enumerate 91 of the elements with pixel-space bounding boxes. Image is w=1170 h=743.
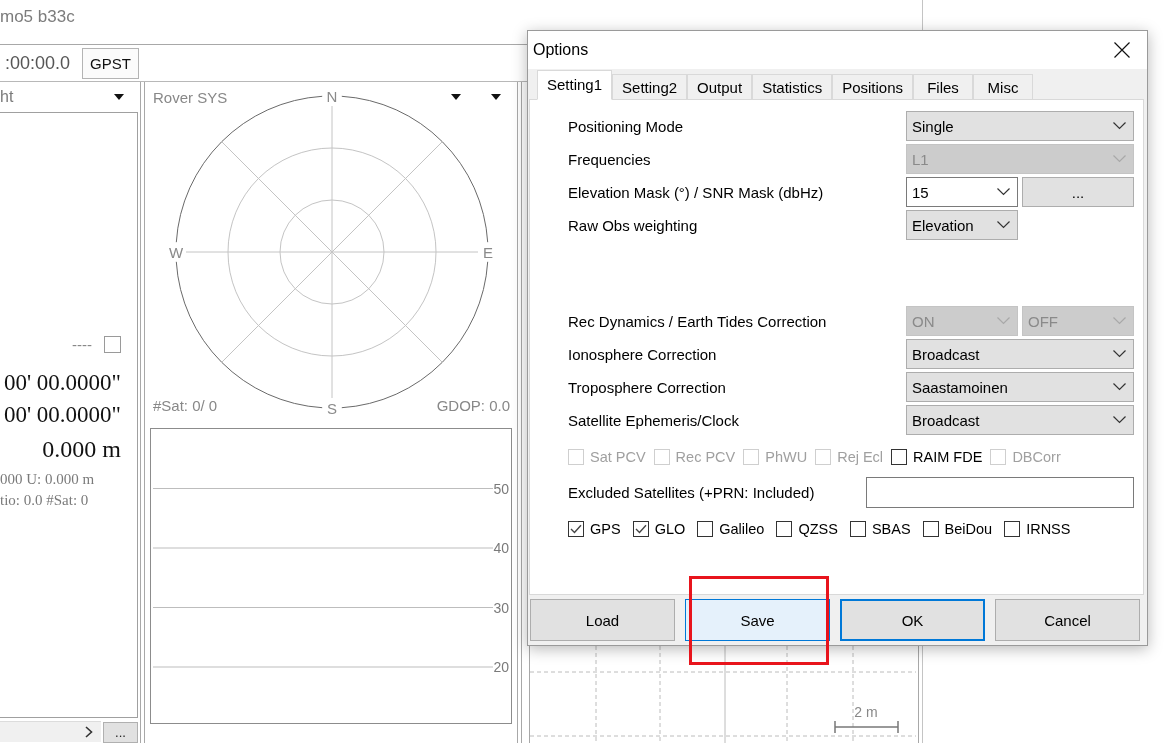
checkbox[interactable]: [104, 335, 121, 353]
tab[interactable]: Output: [687, 74, 753, 99]
chevron-down-icon: [997, 221, 1010, 229]
checkbox-label: Sat PCV: [590, 449, 646, 465]
checkbox-label: DBCorr: [1012, 449, 1061, 465]
panel-header: ht: [0, 88, 14, 106]
checkbox-label: GPS: [590, 521, 621, 537]
dialog-button[interactable]: Cancel: [995, 599, 1140, 641]
checkbox[interactable]: [922, 521, 939, 537]
chevron-right-icon[interactable]: [85, 726, 93, 738]
dropdown[interactable]: Broadcast: [906, 339, 1134, 369]
checkbox-label: PhWU: [765, 449, 808, 465]
info-text: tio: 0.0 #Sat: 0: [0, 491, 90, 510]
tab[interactable]: Statistics: [752, 74, 833, 99]
checkmark-icon: [634, 524, 647, 534]
checkbox-label: BeiDou: [944, 521, 993, 537]
more-button[interactable]: ...: [103, 722, 138, 743]
field-label: Satellite Ephemeris/Clock: [568, 411, 740, 429]
caret-icon[interactable]: [491, 94, 501, 100]
checkbox[interactable]: [891, 449, 908, 465]
field-label: Elevation Mask (°) / SNR Mask (dbHz): [568, 183, 825, 201]
dialog-title: Options: [533, 41, 589, 59]
tab[interactable]: Files: [913, 74, 973, 99]
checkbox[interactable]: [849, 521, 866, 537]
chevron-down-icon: [1113, 317, 1126, 325]
dropdown[interactable]: Single: [906, 111, 1134, 141]
close-icon[interactable]: [1114, 42, 1130, 58]
checkbox-label: Rec PCV: [675, 449, 736, 465]
gdop-value: GDOP: 0.0: [436, 396, 510, 414]
grid-label: 30: [493, 599, 509, 616]
checkbox-label: QZSS: [798, 521, 838, 537]
checkbox-label: SBAS: [871, 521, 911, 537]
checkbox[interactable]: [697, 521, 714, 537]
tab[interactable]: Misc: [973, 74, 1033, 99]
combo-box[interactable]: 15: [906, 177, 1018, 207]
time-system-button[interactable]: GPST: [82, 47, 139, 79]
chevron-down-icon: [1113, 155, 1126, 163]
checkbox-label: Rej Ecl: [837, 449, 884, 465]
direction-label: E: [483, 243, 493, 261]
panel-header: Rover SYS: [153, 88, 228, 106]
ellipsis-button[interactable]: ...: [1022, 177, 1134, 207]
chevron-down-icon: [1113, 416, 1126, 424]
checkbox-label: GLO: [654, 521, 686, 537]
scale-label: 2 m: [854, 704, 878, 720]
checkbox-label: Galileo: [719, 521, 765, 537]
chevron-down-icon: [1113, 350, 1126, 358]
dropdown[interactable]: Elevation: [906, 210, 1018, 240]
checkbox[interactable]: [1004, 521, 1021, 537]
checkmark-icon: [570, 524, 582, 534]
field-label: Positioning Mode: [568, 117, 685, 135]
dialog-button[interactable]: Save: [685, 599, 830, 641]
field-label: Rec Dynamics / Earth Tides Correction: [568, 312, 828, 330]
direction-label: N: [326, 87, 338, 105]
coordinate-value: 00' 00.0000": [2, 401, 122, 429]
checkbox[interactable]: [776, 521, 793, 537]
field-label: Frequencies: [568, 150, 652, 168]
caret-icon[interactable]: [451, 94, 461, 100]
tab[interactable]: Setting1: [537, 70, 613, 100]
field-label: Ionosphere Correction: [568, 345, 718, 363]
input-field[interactable]: [866, 477, 1134, 508]
height-value: 0.000 m: [41, 435, 122, 464]
field-label: Excluded Satellites (+PRN: Included): [568, 484, 815, 501]
grid-label: 50: [493, 480, 509, 497]
checkbox-label: IRNSS: [1026, 521, 1071, 537]
dialog-button[interactable]: Load: [530, 599, 675, 641]
checkbox[interactable]: [632, 521, 649, 537]
checkbox[interactable]: [568, 521, 584, 537]
scale-bar: [834, 720, 899, 734]
chevron-down-icon: [1113, 122, 1126, 130]
time-text: :00:00.0: [5, 52, 71, 74]
dropdown[interactable]: Broadcast: [906, 405, 1134, 435]
grid-label: 40: [493, 540, 509, 556]
window-title: mo5 b33c: [0, 7, 75, 27]
tab[interactable]: Setting2: [612, 74, 688, 99]
chevron-down-icon: [997, 317, 1010, 325]
chevron-down-icon: [997, 188, 1010, 196]
caret-icon[interactable]: [114, 94, 124, 100]
dropdown[interactable]: Saastamoinen: [906, 372, 1134, 402]
checkbox-label: RAIM FDE: [913, 449, 983, 465]
tab[interactable]: Positions: [832, 74, 913, 99]
satellite-count: #Sat: 0/ 0: [153, 396, 218, 414]
direction-label: W: [168, 243, 184, 261]
chevron-down-icon: [1113, 383, 1126, 391]
field-label: Troposphere Correction: [568, 378, 727, 396]
field-label: Raw Obs weighting: [568, 216, 699, 234]
coordinate-value: 00' 00.0000": [2, 369, 122, 397]
dialog-button[interactable]: OK: [840, 599, 985, 641]
info-text: 000 U: 0.000 m: [0, 470, 96, 489]
status-text: ----: [72, 335, 92, 353]
direction-label: S: [327, 399, 337, 417]
grid-label: 20: [493, 659, 509, 675]
